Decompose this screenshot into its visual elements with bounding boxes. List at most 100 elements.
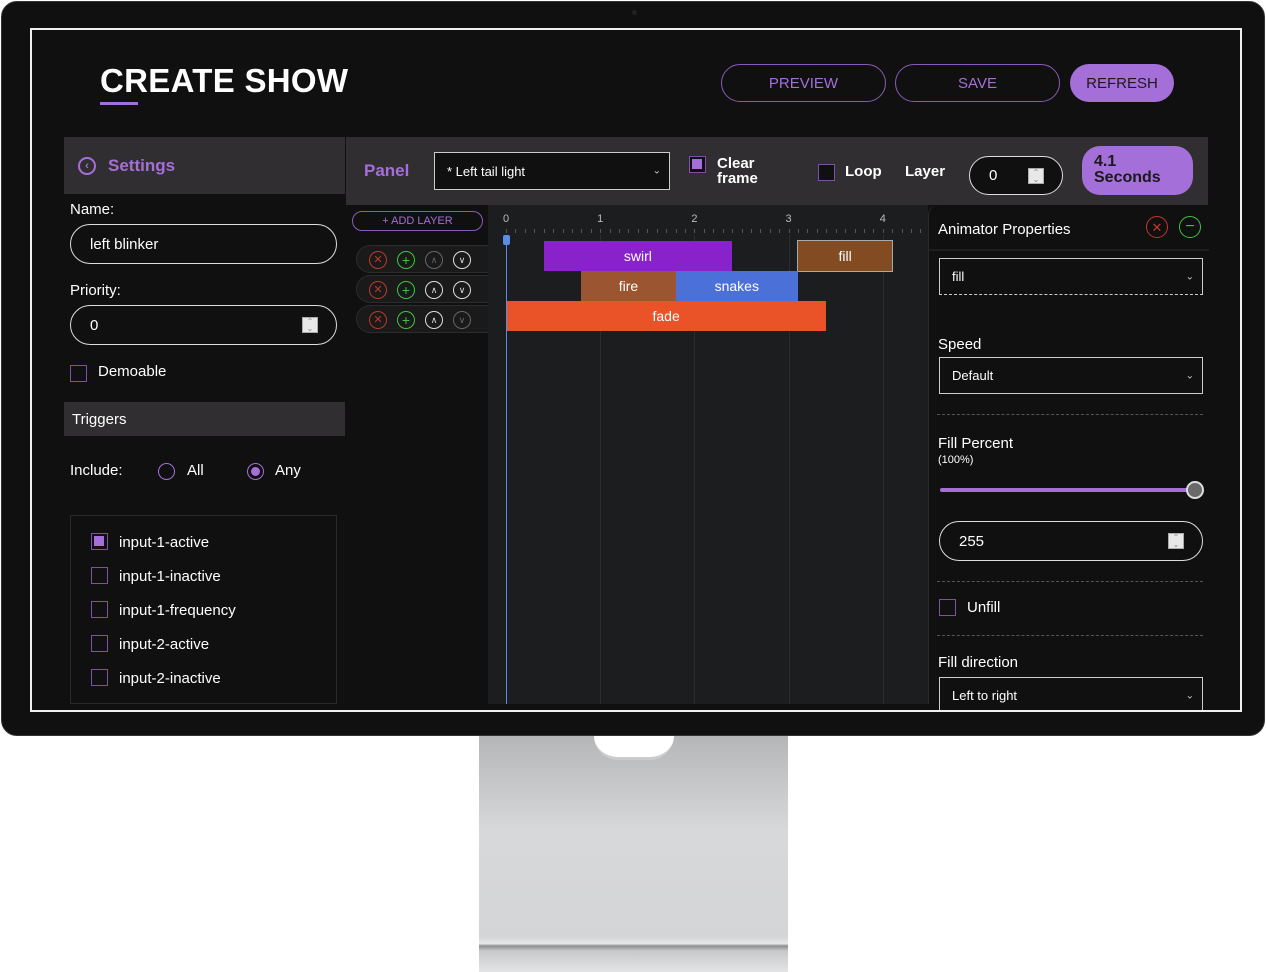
priority-stepper[interactable]: ⌃ ⌄ — [302, 317, 318, 333]
clear-frame-checkbox[interactable] — [689, 156, 706, 173]
minor-tick — [760, 229, 762, 233]
add-animator-icon[interactable]: + — [397, 311, 415, 329]
settings-panel: ‹ Settings Name: left blinker Priority: … — [64, 137, 345, 704]
chevron-down-icon: ⌄ — [1185, 271, 1194, 282]
tick-label: 2 — [691, 213, 698, 225]
demoable-label: Demoable — [98, 363, 167, 380]
minor-tick — [590, 229, 592, 233]
move-down-icon[interactable]: ∨ — [453, 251, 471, 269]
animator-clip-snakes[interactable]: snakes — [675, 271, 798, 301]
remove-animator-icon[interactable]: ✕ — [1146, 216, 1168, 238]
trigger-checkbox[interactable] — [91, 533, 108, 550]
minor-tick — [788, 229, 790, 233]
speed-select[interactable]: Default ⌄ — [939, 357, 1203, 394]
animator-properties-title: Animator Properties — [938, 221, 1071, 238]
tick-label: 1 — [597, 213, 604, 225]
clear-frame-label-line1: Clear — [717, 155, 755, 172]
chevron-left-circle-icon[interactable]: ‹ — [78, 156, 96, 175]
include-any-radio[interactable] — [247, 463, 264, 480]
time-ruler[interactable]: 0 1 2 3 4 — [488, 205, 931, 235]
layer-stepper[interactable]: ⌃ ⌄ — [1028, 167, 1044, 184]
minor-tick — [826, 229, 828, 233]
animator-clip-fade[interactable]: fade — [506, 301, 827, 331]
settings-header[interactable]: ‹ Settings — [64, 137, 345, 194]
save-button[interactable]: SAVE — [895, 64, 1060, 102]
refresh-button[interactable]: REFRESH — [1070, 64, 1174, 102]
minor-tick — [769, 229, 771, 233]
delete-layer-icon[interactable]: ✕ — [369, 251, 387, 269]
trigger-checkbox[interactable] — [91, 635, 108, 652]
add-animator-icon[interactable]: + — [397, 251, 415, 269]
move-up-icon[interactable]: ∧ — [425, 281, 443, 299]
animator-clip-fill[interactable]: fill — [797, 240, 894, 272]
fill-direction-select[interactable]: Left to right ⌄ — [939, 677, 1203, 710]
fill-percent-slider-handle[interactable] — [1186, 481, 1204, 499]
trigger-label: input-2-active — [119, 636, 210, 653]
minor-tick — [807, 229, 809, 233]
name-input[interactable]: left blinker — [70, 224, 337, 264]
panel-select-value: * Left tail light — [447, 163, 526, 179]
delete-layer-icon[interactable]: ✕ — [369, 311, 387, 329]
animator-clip-swirl[interactable]: swirl — [543, 241, 733, 271]
minor-tick — [741, 229, 743, 233]
move-up-icon[interactable]: ∧ — [425, 251, 443, 269]
minor-tick — [703, 229, 705, 233]
animator-type-select[interactable]: fill ⌄ — [939, 258, 1203, 295]
fill-value-stepper[interactable]: ⌃ ⌄ — [1168, 533, 1184, 549]
timeline[interactable]: 0 1 2 3 4 swirl fill fire snakes fade — [488, 205, 931, 704]
speed-value: Default — [952, 368, 994, 383]
layer-row: ✕ + ∧ ∨ — [356, 245, 488, 273]
layer-label: Layer — [905, 163, 946, 180]
add-animator-icon[interactable]: + — [397, 281, 415, 299]
minor-tick — [779, 229, 781, 233]
tick-label: 3 — [785, 213, 792, 225]
layer-input-value: 0 — [989, 167, 998, 184]
trigger-checkbox[interactable] — [91, 601, 108, 618]
loop-checkbox[interactable] — [818, 164, 835, 181]
fill-value-input[interactable]: 255 ⌃ ⌄ — [939, 521, 1203, 561]
animator-clip-fire[interactable]: fire — [581, 271, 676, 301]
minor-tick — [647, 229, 649, 233]
minor-tick — [562, 229, 564, 233]
demoable-checkbox[interactable] — [70, 365, 87, 382]
playhead[interactable] — [506, 235, 507, 704]
panel-label: Panel — [364, 161, 410, 180]
fill-percent-slider[interactable] — [940, 488, 1195, 492]
animator-type-value: fill — [952, 269, 965, 284]
minor-tick — [854, 229, 856, 233]
playhead-handle[interactable] — [503, 235, 510, 245]
panel-select[interactable]: * Left tail light ⌄ — [434, 152, 670, 190]
title-underline — [100, 102, 138, 105]
delete-layer-icon[interactable]: ✕ — [369, 281, 387, 299]
move-down-icon[interactable]: ∨ — [453, 281, 471, 299]
include-all-radio[interactable] — [158, 463, 175, 480]
page-title: CREATE SHOW — [100, 62, 349, 99]
camera-dot — [632, 10, 637, 15]
include-any-label: Any — [275, 462, 301, 479]
triggers-title: Triggers — [72, 410, 127, 428]
trigger-checkbox[interactable] — [91, 669, 108, 686]
preview-button[interactable]: PREVIEW — [721, 64, 886, 102]
minor-tick — [911, 229, 913, 233]
divider — [937, 414, 1203, 415]
priority-input[interactable]: 0 ⌃ ⌄ — [70, 305, 337, 345]
unfill-checkbox[interactable] — [939, 599, 956, 616]
collapse-icon[interactable]: − — [1179, 216, 1201, 238]
move-up-icon[interactable]: ∧ — [425, 311, 443, 329]
minor-tick — [845, 229, 847, 233]
minor-tick — [732, 229, 734, 233]
layer-input[interactable]: 0 ⌃ ⌄ — [969, 156, 1063, 195]
trigger-list: input-1-active input-1-inactive input-1-… — [70, 515, 337, 704]
minor-tick — [713, 229, 715, 233]
minor-tick — [581, 229, 583, 233]
minor-tick — [534, 229, 536, 233]
settings-title: Settings — [108, 155, 176, 175]
chevron-down-icon: ⌄ — [1185, 690, 1194, 701]
minor-tick — [506, 229, 507, 233]
duration-badge: 4.1 Seconds — [1082, 146, 1193, 195]
trigger-checkbox[interactable] — [91, 567, 108, 584]
minor-tick — [816, 229, 818, 233]
add-layer-button[interactable]: + ADD LAYER — [352, 211, 483, 231]
duration-value: 4.1 — [1094, 153, 1117, 170]
move-down-icon[interactable]: ∨ — [453, 311, 471, 329]
